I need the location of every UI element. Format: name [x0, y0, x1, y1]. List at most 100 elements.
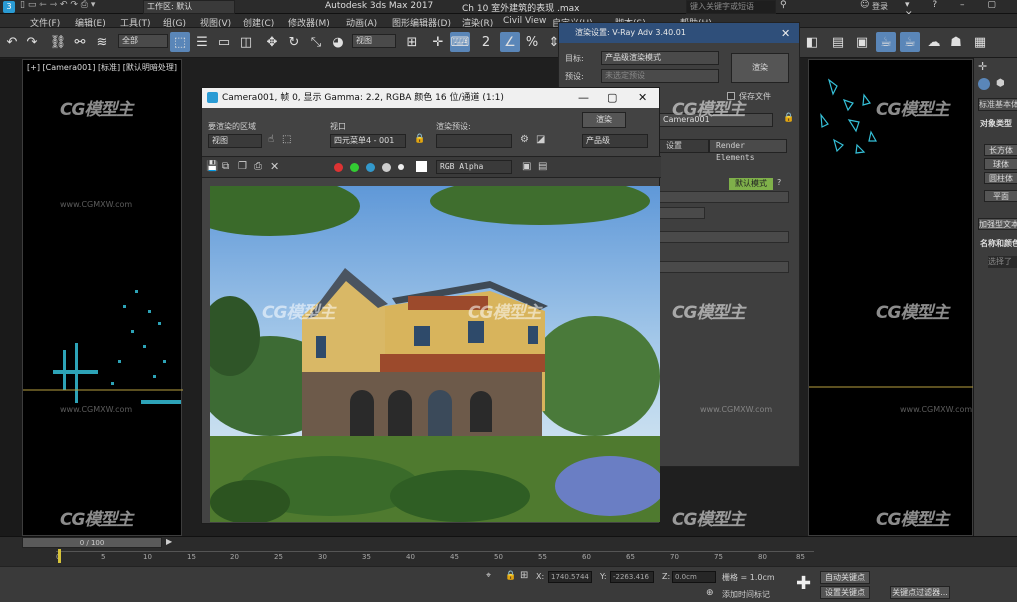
timeline[interactable]: 0 / 100 ▶ 0 5 10 15 20 25 30 35 40 45 50… [0, 536, 1017, 566]
render-setup-render-button[interactable]: 渲染 [731, 53, 789, 83]
scale-icon[interactable]: ⤡ [306, 32, 326, 52]
reference-coord-dropdown[interactable]: 视图 [352, 34, 396, 48]
display-toggle-icon[interactable]: ▣ [522, 161, 531, 172]
z-coordinate-field[interactable]: 0.0cm [672, 571, 716, 583]
rollout-row-1[interactable] [659, 191, 789, 203]
time-marker[interactable] [58, 549, 61, 563]
unlink-icon[interactable]: ⚯ [70, 32, 90, 52]
red-channel-icon[interactable] [334, 163, 343, 172]
set-key-plus-icon[interactable]: ✚ [796, 573, 811, 594]
env-effects-icon[interactable]: ◪ [536, 134, 545, 145]
alpha-channel-icon[interactable] [382, 163, 391, 172]
selection-lock-icon[interactable]: ⌖ [486, 571, 491, 581]
object-plane-button[interactable]: 平面 [984, 190, 1017, 202]
object-sphere-button[interactable]: 球体 [984, 158, 1017, 170]
selection-filter-dropdown[interactable]: 全部 [118, 34, 168, 48]
render-setup-icon[interactable]: ▤ [828, 32, 848, 52]
create-tab-icon[interactable]: ✛ [978, 60, 987, 73]
frame-buffer-titlebar[interactable]: Camera001, 帧 0, 显示 Gamma: 2.2, RGBA 颜色 1… [202, 88, 659, 108]
object-textplus-button[interactable]: 加强型文本 [978, 218, 1017, 230]
undo-icon[interactable]: ↶ [2, 32, 22, 52]
viewport-camera[interactable]: [+] [Camera001] [标准] [默认明暗处理] [1, 59, 183, 536]
absolute-mode-icon[interactable]: ⊞ [520, 570, 528, 581]
render-preset-dropdown[interactable] [436, 134, 512, 148]
save-image-icon[interactable]: 💾 [206, 161, 218, 172]
snaps-toggle-icon[interactable]: 2 [476, 32, 496, 52]
percent-snap-icon[interactable]: % [522, 32, 542, 52]
edit-region-icon[interactable]: ☝ [268, 134, 274, 145]
blue-channel-icon[interactable] [366, 163, 375, 172]
material-editor-icon[interactable]: ◧ [802, 32, 822, 52]
fb-close-icon[interactable]: ✕ [638, 91, 647, 104]
placement-icon[interactable]: ◕ [328, 32, 348, 52]
print-icon[interactable]: ⎙ [254, 161, 262, 172]
fb-render-button[interactable]: 渲染 [582, 112, 626, 128]
set-key-button[interactable]: 设置关键点 [820, 586, 870, 599]
time-slider[interactable]: 0 / 100 [22, 537, 162, 548]
move-icon[interactable]: ✥ [262, 32, 282, 52]
show-history-icon[interactable]: ▤ [538, 161, 547, 172]
rollout-row-4[interactable] [659, 261, 789, 273]
quick-access-icons[interactable]: ▯ ▭ ⇽ ⇾ ↶ ↷ ⎙ ▾ [20, 0, 95, 10]
target-dropdown[interactable]: 产品级渲染模式 [601, 51, 719, 65]
render-production-icon[interactable]: ☕ [876, 32, 896, 52]
object-box-button[interactable]: 长方体 [984, 144, 1017, 156]
y-coordinate-field[interactable]: -2263.416 [610, 571, 654, 583]
tab-render-elements[interactable]: Render Elements [709, 139, 787, 162]
rollout-name-color[interactable]: 名称和颜色 [980, 238, 1017, 249]
render-cloud-icon[interactable]: ☁ [924, 32, 944, 52]
link-icon[interactable]: ⛓ [48, 32, 68, 52]
clear-icon[interactable]: ✕ [270, 160, 279, 173]
default-mode-badge[interactable]: 默认模式 [729, 178, 773, 190]
lock-view-icon[interactable]: 🔒 [783, 113, 794, 123]
tab-settings[interactable]: 设置 [659, 139, 709, 153]
workspace-dropdown[interactable]: 工作区: 默认 [143, 0, 235, 14]
copy-image-icon[interactable]: ⧉ [222, 161, 229, 172]
redo-icon[interactable]: ↷ [22, 32, 42, 52]
bind-spacewarp-icon[interactable]: ≋ [92, 32, 112, 52]
render-setup-close-icon[interactable]: ✕ [781, 27, 790, 40]
swatch-white-icon[interactable] [416, 161, 427, 172]
render-setup-shortcut-icon[interactable]: ⚙ [520, 134, 529, 145]
channel-dropdown[interactable]: RGB Alpha [436, 160, 512, 174]
vray-vfb-icon[interactable]: ▦ [970, 32, 990, 52]
viewport-dropdown[interactable]: 四元菜单4 - 001 [330, 134, 406, 148]
keyboard-shortcut-icon[interactable]: ⌨ [450, 32, 470, 52]
rect-selection-icon[interactable]: ▭ [214, 32, 234, 52]
object-cylinder-button[interactable]: 圆柱体 [984, 172, 1017, 184]
user-icon[interactable]: ☺ [860, 0, 869, 10]
rollout-object-type[interactable]: 对象类型 [980, 118, 1017, 129]
angle-snap-icon[interactable]: ∠ [500, 32, 520, 52]
lock-viewport-icon[interactable]: 🔒 [414, 134, 425, 144]
auto-region-icon[interactable]: ⬚ [282, 134, 291, 145]
window-crossing-icon[interactable]: ◫ [236, 32, 256, 52]
quality-dropdown[interactable]: 产品级 [582, 134, 648, 148]
search-input[interactable]: 键入关键字或短语 [686, 0, 776, 14]
render-iterative-icon[interactable]: ☕ [900, 32, 920, 52]
preset-dropdown[interactable]: 未选定预设 [601, 69, 719, 83]
vray-icon[interactable]: ☗ [946, 32, 966, 52]
time-slider-next-icon[interactable]: ▶ [166, 537, 172, 546]
geometry-icon[interactable] [978, 78, 990, 90]
key-filters-button[interactable]: 关键点过滤器... [890, 586, 950, 599]
pivot-center-icon[interactable]: ⊞ [402, 32, 422, 52]
clone-window-icon[interactable]: ❐ [238, 161, 247, 172]
rotate-icon[interactable]: ↻ [284, 32, 304, 52]
area-dropdown[interactable]: 视图 [208, 134, 262, 148]
search-icon[interactable]: ⚲ [780, 0, 787, 10]
app-logo-icon[interactable]: 3 [3, 1, 15, 13]
mono-icon[interactable] [398, 164, 404, 170]
select-manipulate-icon[interactable]: ✛ [428, 32, 448, 52]
shapes-icon[interactable]: ⬢ [996, 78, 1005, 89]
x-coordinate-field[interactable]: 1740.5744 [548, 571, 592, 583]
render-setup-titlebar[interactable]: 渲染设置: V-Ray Adv 3.40.01 [559, 23, 799, 43]
help-button[interactable]: ? [777, 178, 781, 187]
fb-maximize-icon[interactable]: ▢ [607, 91, 617, 104]
category-dropdown[interactable]: 标准基本体 [978, 98, 1017, 111]
add-time-tag-icon[interactable]: ⊕ [706, 588, 714, 598]
select-by-name-icon[interactable]: ☰ [192, 32, 212, 52]
auto-key-button[interactable]: 自动关键点 [820, 571, 870, 584]
lock-icon[interactable]: 🔒 [505, 571, 516, 581]
timeline-track[interactable]: 0 5 10 15 20 25 30 35 40 45 50 55 60 65 … [56, 551, 814, 565]
rendered-frame-icon[interactable]: ▣ [852, 32, 872, 52]
